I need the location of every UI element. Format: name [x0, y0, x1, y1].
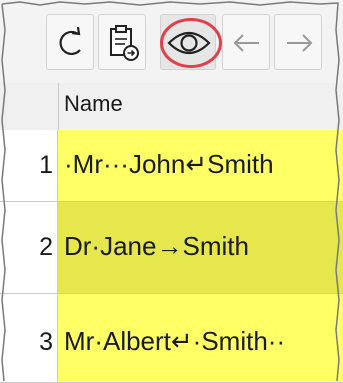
torn-edge-border	[1, 1, 340, 382]
